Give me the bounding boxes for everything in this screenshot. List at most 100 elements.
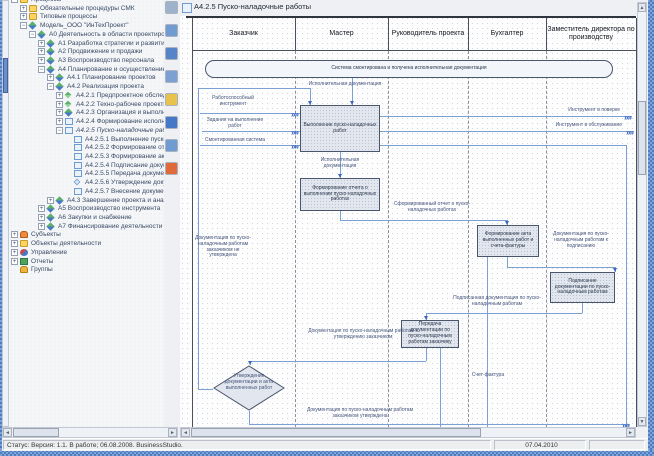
expand-icon[interactable]: +: [47, 74, 54, 81]
decision-label[interactable]: Утверждение документации и акта выполнен…: [220, 374, 278, 391]
tree-item-Субъекты[interactable]: +Субъекты: [9, 230, 164, 239]
collapse-icon[interactable]: −: [20, 22, 27, 29]
connector[interactable]: [198, 88, 310, 89]
tree-item-А4.2.5.2[interactable]: А4.2.5.2 Формирование отчета: [9, 143, 164, 152]
flow-label[interactable]: Исполнительная документация: [305, 82, 385, 88]
connector[interactable]: [426, 348, 427, 361]
tree-item-А4.2.5.3[interactable]: А4.2.5.3 Формирование акта вы: [9, 152, 164, 161]
flow-label[interactable]: Смонтированная система: [200, 138, 270, 144]
connector[interactable]: [200, 113, 300, 114]
flow-label[interactable]: Подписанная документация по пуско-наладо…: [448, 296, 546, 308]
flow-label[interactable]: Задания на выполнение работ: [206, 118, 264, 130]
tree-item-А4.2[interactable]: −А4.2 Реализация проекта: [9, 82, 164, 91]
tree-item-Модель_ООО[interactable]: −Модель_ООО "ИнТехПроект": [9, 21, 164, 30]
expand-icon[interactable]: +: [38, 223, 45, 230]
connector[interactable]: [487, 257, 488, 427]
pan-tool-icon[interactable]: [165, 24, 178, 37]
connector[interactable]: [582, 303, 583, 313]
flow-label[interactable]: Инструмент в поверке: [510, 108, 620, 114]
flow-label[interactable]: Документация по пуско-наладочным работам…: [550, 232, 612, 249]
tree-item-А2[interactable]: +А2 Продвижение и продажи: [9, 47, 164, 56]
scroll-right-icon[interactable]: ►: [626, 428, 635, 437]
scroll-down-icon[interactable]: ▼: [638, 417, 646, 426]
tree-item-А0[interactable]: −А0 Деятельность в области проектировани…: [9, 30, 164, 39]
tree-item-А7[interactable]: +А7 Финансирование деятельности и разв: [9, 222, 164, 231]
connector[interactable]: [340, 220, 507, 221]
tree-item-А4.2.5[interactable]: −А4.2.5 Пуско-наладочные работы: [9, 126, 164, 135]
tree-item-А4.1[interactable]: +А4.1 Планирование проектов: [9, 73, 164, 82]
start-event-shape[interactable]: Система смонтирована и получена исполнит…: [205, 60, 613, 78]
lane-header-accountant[interactable]: Бухгалтер: [469, 18, 545, 50]
tree-item-Группы[interactable]: Группы: [9, 265, 164, 274]
tree-item-Отчеты[interactable]: +Отчеты: [9, 257, 164, 266]
grid-tool-icon[interactable]: [165, 162, 178, 175]
flow-label[interactable]: Документация по пуско-наладочным работам…: [307, 329, 419, 341]
expand-icon[interactable]: +: [38, 57, 45, 64]
expand-icon[interactable]: +: [56, 92, 63, 99]
expand-icon[interactable]: +: [47, 197, 54, 204]
flow-label[interactable]: Документация по пуско-наладочным работам…: [295, 408, 425, 420]
collapse-icon[interactable]: −: [29, 31, 36, 38]
expand-icon[interactable]: +: [20, 13, 27, 20]
palette-tool-icon[interactable]: [165, 93, 178, 106]
collapse-icon[interactable]: −: [47, 83, 54, 90]
tree-vertical-scrollbar-thumb[interactable]: [3, 58, 8, 93]
lane-header-customer[interactable]: Заказчик: [193, 18, 294, 50]
scroll-left-icon[interactable]: ◄: [3, 428, 12, 437]
connector[interactable]: [250, 361, 426, 362]
scroll-left-icon[interactable]: ◄: [181, 428, 190, 437]
process-box-form-report[interactable]: Формирование отчета о выполнении пуско-н…: [300, 178, 380, 211]
select-tool-icon[interactable]: [165, 1, 178, 14]
collapse-icon[interactable]: −: [11, 0, 18, 3]
expand-icon[interactable]: +: [20, 5, 27, 12]
expand-icon[interactable]: +: [11, 258, 18, 265]
tree-item-А4.2.4[interactable]: +А4.2.4 Формирование исполнитель: [9, 117, 164, 126]
tree-item-А4.2.3[interactable]: +А4.2.3 Организация и выполнение: [9, 108, 164, 117]
connector[interactable]: [340, 211, 341, 220]
diagram-horizontal-scrollbar[interactable]: ◄ ►: [180, 427, 636, 438]
tree-item-А4.3[interactable]: +А4.3 Завершение проекта и анализ рез: [9, 196, 164, 205]
collapse-icon[interactable]: −: [56, 127, 63, 134]
connector[interactable]: [440, 348, 441, 427]
zoom-tool-icon[interactable]: [165, 47, 178, 60]
process-box-form-act-invoice[interactable]: Формирование акта выполненных работ и сч…: [477, 225, 539, 257]
connector[interactable]: [249, 424, 630, 425]
connector[interactable]: [198, 389, 213, 390]
flow-label[interactable]: Инструмент в обслуживание: [500, 123, 622, 129]
expand-icon[interactable]: +: [11, 231, 18, 238]
expand-icon[interactable]: +: [38, 214, 45, 221]
expand-icon[interactable]: +: [38, 205, 45, 212]
connector[interactable]: [507, 257, 508, 267]
tree-item-А4[interactable]: −А4 Планирование и осуществление проект: [9, 65, 164, 74]
layers-tool-icon[interactable]: [165, 139, 178, 152]
tree-item-А4.2.5.4[interactable]: А4.2.5.4 Подписание документ: [9, 161, 164, 170]
connector[interactable]: [380, 131, 634, 132]
lane-header-deputy-director[interactable]: Заместитель директора по производству: [547, 18, 635, 50]
scroll-up-icon[interactable]: ▲: [638, 3, 646, 12]
scroll-right-icon[interactable]: ►: [168, 428, 177, 437]
connector[interactable]: [249, 411, 250, 424]
process-box-perform-works[interactable]: Выполнение пуско-наладочных работ: [300, 105, 380, 152]
tree-item-А5[interactable]: +А5 Воспроизводство инструмента: [9, 204, 164, 213]
tree-item-А4.2.5.5[interactable]: А4.2.5.5 Передача документаци: [9, 169, 164, 178]
tree-item-Управление[interactable]: +Управление: [9, 248, 164, 257]
lane-header-master[interactable]: Мастер: [296, 18, 387, 50]
connector[interactable]: [426, 313, 582, 314]
connector[interactable]: [507, 267, 615, 268]
expand-icon[interactable]: +: [38, 40, 45, 47]
connector[interactable]: [202, 131, 300, 132]
expand-icon[interactable]: +: [56, 118, 63, 125]
connector[interactable]: [200, 145, 626, 146]
tree-item-А3[interactable]: +А3 Воспроизводство персонала: [9, 56, 164, 65]
diagram-vertical-scrollbar[interactable]: ▲ ▼: [637, 2, 647, 427]
tree-horizontal-scrollbar[interactable]: ◄ ►: [2, 427, 178, 438]
diagram-vertical-scrollbar-thumb[interactable]: [638, 101, 646, 175]
tree-item-Обязательные[interactable]: +Обязательные процедуры СМК: [9, 4, 164, 13]
expand-icon[interactable]: +: [11, 249, 18, 256]
tree-item-Объекты[interactable]: +Объекты деятельности: [9, 239, 164, 248]
tree-item-А1[interactable]: +А1 Разработка стратегии и развитие бизн: [9, 39, 164, 48]
flow-label[interactable]: Счет-фактура: [470, 373, 506, 379]
process-box-sign-docs[interactable]: Подписание документации по пуско-наладоч…: [550, 272, 615, 303]
flow-label[interactable]: Работоспособный инструмент: [202, 96, 264, 108]
flow-label[interactable]: Документация по пуско-наладочным работам…: [194, 236, 252, 259]
